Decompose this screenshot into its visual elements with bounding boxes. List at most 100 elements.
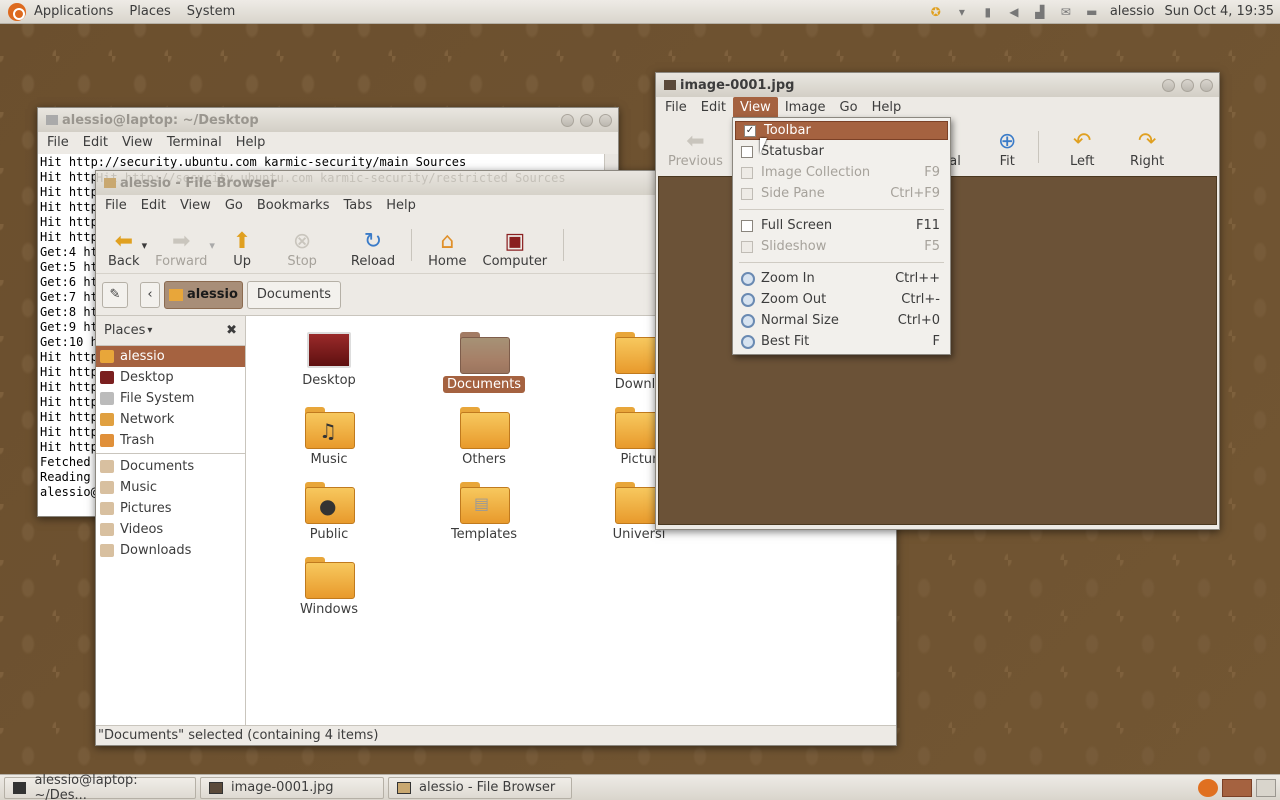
chevron-down-icon[interactable]: ▾ [954,5,970,19]
home-icon: ⌂ [440,228,455,254]
stop-button[interactable]: ⊗ Stop [279,228,325,270]
image-viewer-titlebar[interactable]: image-0001.jpg [656,73,1219,97]
clock[interactable]: Sun Oct 4, 19:35 [1165,4,1274,19]
menu-go[interactable]: Go [833,97,865,119]
firefox-icon[interactable] [1198,778,1218,797]
terminal-icon [46,115,58,125]
previous-button[interactable]: ⬅ Previous [660,128,731,170]
menu-item-slideshow[interactable]: Slideshow F5 [733,236,950,257]
rotate-right-button[interactable]: ↷ Right [1122,128,1172,170]
menu-item-best-fit[interactable]: Best Fit F [733,331,950,352]
toolbar-separator [1038,131,1039,163]
ubuntu-logo-icon[interactable] [8,2,26,21]
keyboard-icon[interactable]: ✪ [928,5,944,19]
mail-icon[interactable]: ✉ [1058,5,1074,19]
file-item-public[interactable]: ● Public [274,482,384,543]
maximize-button[interactable] [580,113,593,127]
sidebar-item-label: Documents [120,459,195,474]
edit-location-button[interactable]: ✎ [102,281,128,308]
back-button[interactable]: ⬅ Back [100,228,148,270]
menu-tabs[interactable]: Tabs [336,195,379,217]
menu-file[interactable]: File [98,195,134,217]
workspace-1[interactable] [1222,778,1252,797]
menu-help[interactable]: Help [379,195,423,217]
file-item-others[interactable]: Others [429,407,539,468]
sidebar-item-alessio[interactable]: alessio [96,346,245,367]
menu-view[interactable]: View [173,195,218,217]
sidebar-item-trash[interactable]: Trash [96,430,245,451]
menu-bookmarks[interactable]: Bookmarks [250,195,337,217]
menu-item-full-screen[interactable]: Full Screen F11 [733,215,950,236]
chevron-down-icon[interactable]: ▾ [147,325,152,336]
workspace-switcher [1198,778,1280,797]
rotate-left-button[interactable]: ↶ Left [1062,128,1102,170]
sidebar-item-desktop[interactable]: Desktop [96,367,245,388]
file-item-music[interactable]: ♫ Music [274,407,384,468]
menu-view[interactable]: View [732,97,778,119]
path-button-documents[interactable]: Documents [246,280,342,309]
menu-edit[interactable]: Edit [134,195,173,217]
network-icon[interactable]: ▟ [1032,5,1048,19]
menu-go[interactable]: Go [218,195,250,217]
close-sidebar-button[interactable]: ✖ [226,323,237,338]
sidebar-title[interactable]: Places [104,323,145,338]
workspace-2[interactable] [1256,778,1276,797]
sidebar-item-videos[interactable]: Videos [96,519,245,540]
menu-item-normal-size[interactable]: Normal Size Ctrl+0 [733,310,950,331]
applications-menu[interactable]: Applications [26,0,121,24]
checkbox-icon [741,145,753,158]
file-item-templates[interactable]: ▤ Templates [429,482,539,543]
menu-item-zoom-in[interactable]: Zoom In Ctrl++ [733,268,950,289]
computer-button[interactable]: ▣ Computer [475,228,556,270]
desktop-folder-icon [307,332,351,368]
close-button[interactable] [1200,78,1213,92]
task-terminal[interactable]: alessio@laptop: ~/Des... [4,773,196,800]
system-menu[interactable]: System [179,0,243,24]
up-button[interactable]: ⬆ Up [225,228,259,270]
file-item-desktop[interactable]: Desktop [274,332,384,389]
path-button-current[interactable]: alessio [164,280,243,309]
home-button[interactable]: ⌂ Home [420,228,474,270]
menu-help[interactable]: Help [229,132,273,154]
sidebar-item-documents[interactable]: Documents [96,456,245,477]
menu-item-zoom-out[interactable]: Zoom Out Ctrl+- [733,289,950,310]
file-item-windows[interactable]: Windows [274,557,384,618]
menu-image[interactable]: Image [778,97,833,119]
maximize-button[interactable] [1181,78,1194,92]
chevron-down-icon[interactable]: ▾ [209,239,215,252]
sidebar-item-music[interactable]: Music [96,477,245,498]
menu-view[interactable]: View [115,132,160,154]
battery-icon[interactable]: ▮ [980,5,996,19]
file-label: Templates [450,527,518,542]
minimize-button[interactable] [561,113,574,127]
file-item-documents[interactable]: Documents [429,332,539,393]
sidebar-item-file-system[interactable]: File System [96,388,245,409]
menu-file[interactable]: File [658,97,694,119]
user-name[interactable]: alessio [1110,4,1155,19]
close-button[interactable] [599,113,612,127]
volume-icon[interactable]: ◀ [1006,5,1022,19]
menu-help[interactable]: Help [865,97,909,119]
sidebar-item-pictures[interactable]: Pictures [96,498,245,519]
path-current-label: alessio [187,287,238,302]
minimize-button[interactable] [1162,78,1175,92]
menu-terminal[interactable]: Terminal [160,132,229,154]
sidebar-item-downloads[interactable]: Downloads [96,540,245,561]
sidebar-item-network[interactable]: Network [96,409,245,430]
fit-button[interactable]: ⊕ Fit [990,128,1024,170]
path-left-button[interactable]: ‹ [140,281,160,308]
pictures-icon [100,502,114,515]
reload-button[interactable]: ↻ Reload [343,228,403,270]
menu-edit[interactable]: Edit [694,97,733,119]
chat-icon[interactable]: ▬ [1084,5,1100,19]
terminal-icon [13,781,27,794]
menu-file[interactable]: File [40,132,76,154]
forward-button[interactable]: ➡ Forward [147,228,215,270]
task-image-viewer[interactable]: image-0001.jpg [200,776,384,799]
places-menu[interactable]: Places [121,0,178,24]
menu-item-image-collection[interactable]: Image Collection F9 [733,162,950,183]
task-file-browser[interactable]: alessio - File Browser [388,776,572,799]
menu-item-side-pane[interactable]: Side Pane Ctrl+F9 [733,183,950,204]
terminal-titlebar[interactable]: alessio@laptop: ~/Desktop [38,108,618,132]
menu-edit[interactable]: Edit [76,132,115,154]
